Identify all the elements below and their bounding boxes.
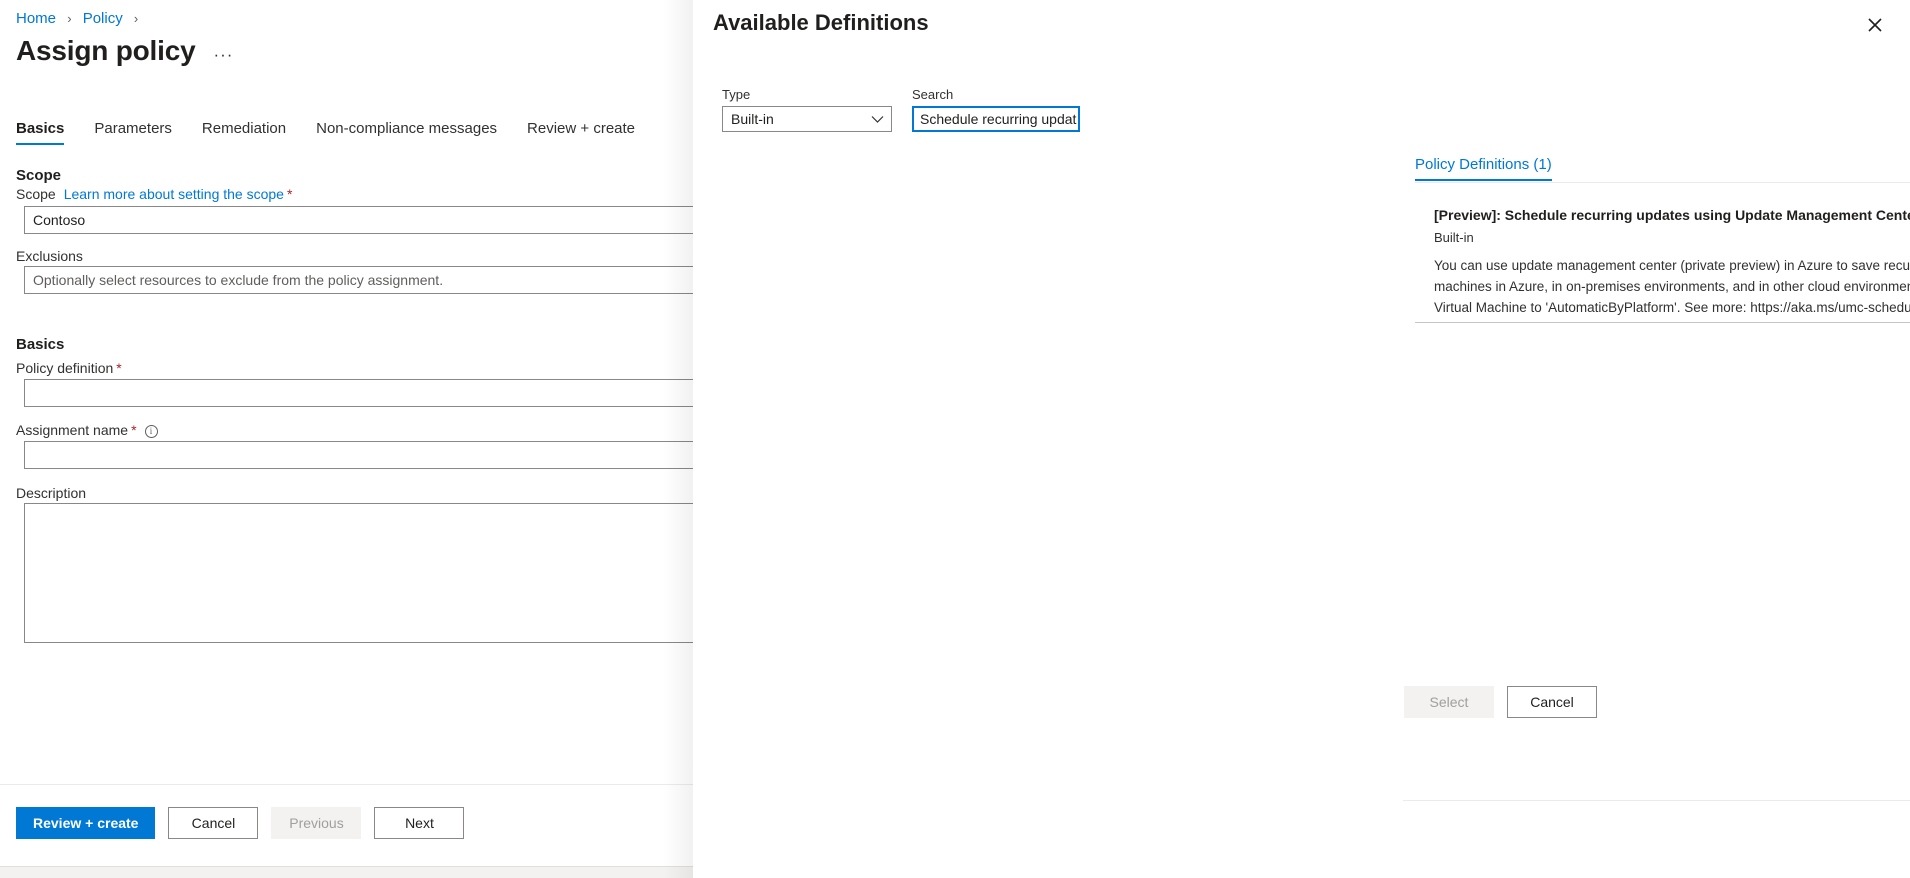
available-definitions-pane: Available Definitions Type Built-in Sear… <box>693 0 1910 878</box>
next-button[interactable]: Next <box>374 807 465 839</box>
tab-parameters[interactable]: Parameters <box>94 120 172 145</box>
breadcrumb-separator-icon: › <box>67 11 72 26</box>
type-filter: Type Built-in <box>722 86 892 132</box>
policy-definition-required-asterisk: * <box>116 360 122 376</box>
assignment-name-field-label: Assignment name * i <box>16 421 158 439</box>
scope-learn-more-link[interactable]: Learn more about setting the scope <box>56 186 284 202</box>
tab-remediation[interactable]: Remediation <box>202 120 286 145</box>
app-root: Home › Policy › Assign policy ··· Basics… <box>0 0 1910 878</box>
page-title-row: Assign policy ··· <box>16 34 233 68</box>
assignment-name-info-icon[interactable]: i <box>144 425 158 438</box>
select-button: Select <box>1404 686 1494 718</box>
cancel-button[interactable]: Cancel <box>168 807 259 839</box>
pane-footer-buttons: Select Cancel <box>1404 686 1597 718</box>
pane-title: Available Definitions <box>713 10 929 35</box>
breadcrumb-separator-icon-2: › <box>133 11 139 26</box>
review-create-button[interactable]: Review + create <box>16 807 156 839</box>
search-label: Search <box>912 87 954 102</box>
tab-non-compliance-messages[interactable]: Non-compliance messages <box>316 120 497 145</box>
chevron-down-icon <box>871 107 884 131</box>
wizard-tabstrip: Basics Parameters Remediation Non-compli… <box>16 120 665 152</box>
definition-title: [Preview]: Schedule recurring updates us… <box>1434 207 1910 223</box>
scope-label-text: Scope <box>16 186 56 202</box>
breadcrumb: Home › Policy › <box>16 10 145 28</box>
exclusions-field-label: Exclusions <box>16 248 83 264</box>
breadcrumb-item-policy[interactable]: Policy <box>83 10 123 27</box>
page-title: Assign policy <box>16 35 196 66</box>
definition-type: Built-in <box>1434 230 1474 245</box>
search-filter: Search Schedule recurring updat <box>912 86 1080 132</box>
type-label: Type <box>722 87 751 102</box>
wizard-footer-buttons: Review + create Cancel Previous Next <box>16 807 465 839</box>
basics-section-heading: Basics <box>16 336 65 353</box>
policy-definition-label-text: Policy definition <box>16 360 114 376</box>
type-select-value: Built-in <box>731 111 774 127</box>
scope-section-heading: Scope <box>16 167 62 184</box>
assignment-name-required-asterisk: * <box>131 422 137 438</box>
scope-required-asterisk: * <box>286 186 293 202</box>
definition-description: You can use update management center (pr… <box>1434 258 1910 315</box>
breadcrumb-item-home[interactable]: Home <box>16 10 56 27</box>
definitions-result-list: [Preview]: Schedule recurring updates us… <box>1415 196 1910 322</box>
pane-tabstrip: Policy Definitions (1) <box>1415 155 1552 181</box>
tab-policy-definitions[interactable]: Policy Definitions (1) <box>1415 155 1552 181</box>
assignment-name-label-text: Assignment name <box>16 422 129 438</box>
result-list-divider <box>1415 322 1910 323</box>
search-input[interactable]: Schedule recurring updat <box>912 106 1080 132</box>
description-field-label: Description <box>16 485 87 501</box>
scope-field-label: Scope Learn more about setting the scope * <box>16 185 292 203</box>
tab-review-create[interactable]: Review + create <box>527 120 635 145</box>
pane-cancel-button[interactable]: Cancel <box>1507 686 1597 718</box>
tab-basics[interactable]: Basics <box>16 120 65 145</box>
close-icon[interactable] <box>1862 12 1888 38</box>
pane-footer-divider <box>1403 800 1910 801</box>
more-options-icon[interactable]: ··· <box>213 46 233 68</box>
type-select[interactable]: Built-in <box>722 106 892 132</box>
policy-definition-field-label: Policy definition * <box>16 359 122 377</box>
previous-button: Previous <box>271 807 362 839</box>
list-item[interactable]: [Preview]: Schedule recurring updates us… <box>1415 196 1910 318</box>
pane-tab-divider <box>1415 182 1910 183</box>
